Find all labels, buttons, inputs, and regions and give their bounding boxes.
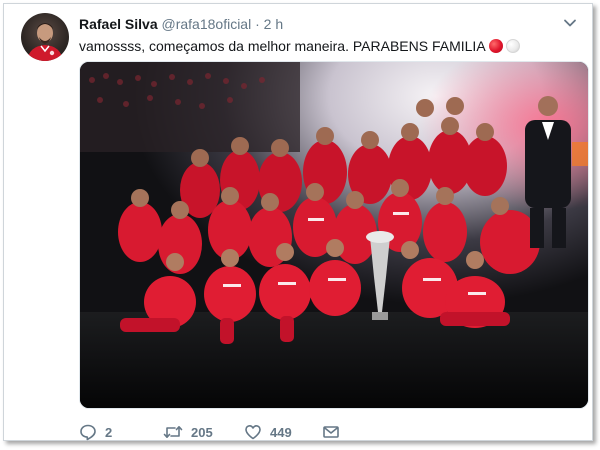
- direct-message-action[interactable]: [322, 422, 340, 442]
- timestamp[interactable]: 2 h: [264, 16, 283, 32]
- white-circle-emoji: [505, 39, 520, 53]
- reply-count: 2: [105, 424, 113, 440]
- handle[interactable]: @rafa18oficial: [162, 16, 252, 32]
- tweet-header: Rafael Silva @rafa18oficial · 2 h: [79, 15, 552, 35]
- avatar[interactable]: [21, 13, 69, 61]
- avatar-image: [27, 23, 63, 61]
- envelope-icon[interactable]: [322, 423, 340, 441]
- chevron-down-icon[interactable]: [563, 16, 577, 30]
- reply-icon[interactable]: [79, 423, 97, 441]
- like-action[interactable]: 449: [244, 422, 292, 442]
- like-count: 449: [270, 424, 292, 440]
- tweet-text: vamossss, começamos da melhor maneira. P…: [79, 38, 486, 54]
- separator-dot: ·: [255, 16, 260, 32]
- tweet-actions: 2 205 449: [79, 422, 479, 442]
- display-name[interactable]: Rafael Silva: [79, 16, 158, 32]
- tweet-photo[interactable]: [79, 61, 589, 409]
- retweet-icon[interactable]: [163, 423, 183, 441]
- tweet-text-row: vamossss, começamos da melhor maneira. P…: [79, 37, 572, 55]
- tweet-card: Rafael Silva @rafa18oficial · 2 h vamoss…: [3, 3, 593, 441]
- reply-action[interactable]: 2: [79, 422, 112, 442]
- heart-icon[interactable]: [244, 423, 262, 441]
- retweet-action[interactable]: 205: [163, 422, 213, 442]
- red-circle-emoji: [488, 39, 503, 53]
- retweet-count: 205: [191, 424, 213, 440]
- team-celebration-photo: [80, 62, 588, 408]
